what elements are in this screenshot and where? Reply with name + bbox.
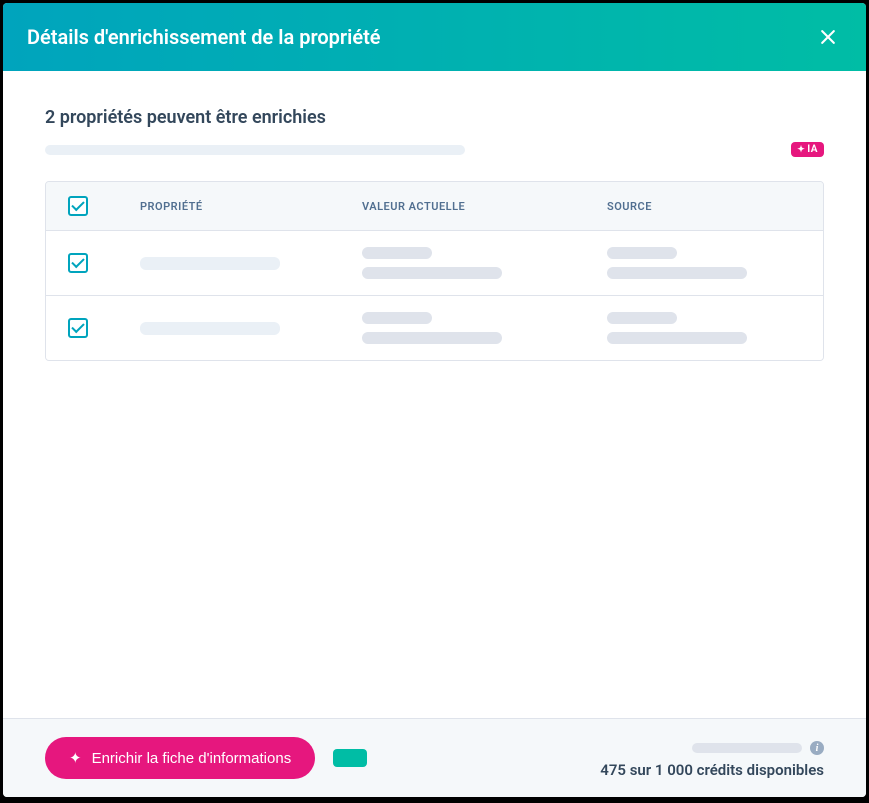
footer-skeleton	[692, 743, 802, 753]
close-button[interactable]	[814, 23, 842, 51]
sparkle-icon: ✦	[69, 749, 82, 767]
row-value-cell	[362, 247, 607, 279]
footer-right: i 475 sur 1 000 crédits disponibles	[600, 741, 824, 779]
value-skeleton-sm	[362, 247, 432, 259]
value-skeleton-sm	[362, 312, 432, 324]
enrichment-subtitle: 2 propriétés peuvent être enrichies	[45, 107, 824, 128]
row-checkbox-cell	[68, 318, 140, 338]
value-skeleton-md	[362, 267, 502, 279]
description-skeleton	[45, 145, 465, 155]
description-row: IA	[45, 142, 824, 157]
footer-pill	[333, 749, 367, 767]
table-row	[46, 231, 823, 296]
value-skeleton-md	[362, 332, 502, 344]
property-skeleton	[140, 257, 280, 270]
table-row	[46, 296, 823, 360]
modal-title: Détails d'enrichissement de la propriété	[27, 25, 381, 49]
row-source-cell	[607, 312, 801, 344]
select-all-checkbox[interactable]	[68, 196, 88, 216]
row-property-cell	[140, 322, 362, 335]
source-skeleton-md	[607, 332, 747, 344]
row-checkbox-cell	[68, 253, 140, 273]
modal-footer: ✦ Enrichir la fiche d'informations i 475…	[3, 718, 866, 797]
table-header-row: PROPRIÉTÉ VALEUR ACTUELLE SOURCE	[46, 182, 823, 231]
ia-badge: IA	[791, 142, 824, 157]
row-checkbox[interactable]	[68, 318, 88, 338]
col-checkbox-header	[68, 196, 140, 216]
enrichment-modal: Détails d'enrichissement de la propriété…	[3, 3, 866, 797]
footer-info-row: i	[600, 741, 824, 755]
row-checkbox[interactable]	[68, 253, 88, 273]
enrich-button[interactable]: ✦ Enrichir la fiche d'informations	[45, 737, 315, 779]
close-icon	[818, 27, 838, 47]
info-icon[interactable]: i	[810, 741, 824, 755]
row-source-cell	[607, 247, 801, 279]
footer-left: ✦ Enrichir la fiche d'informations	[45, 737, 367, 779]
modal-header: Détails d'enrichissement de la propriété	[3, 3, 866, 71]
row-property-cell	[140, 257, 362, 270]
modal-body: 2 propriétés peuvent être enrichies IA P…	[3, 71, 866, 718]
enrich-button-label: Enrichir la fiche d'informations	[92, 750, 292, 767]
properties-table: PROPRIÉTÉ VALEUR ACTUELLE SOURCE	[45, 181, 824, 361]
row-value-cell	[362, 312, 607, 344]
credits-text: 475 sur 1 000 crédits disponibles	[600, 761, 824, 779]
source-skeleton-md	[607, 267, 747, 279]
source-skeleton-sm	[607, 312, 677, 324]
col-source-header: SOURCE	[607, 200, 801, 213]
property-skeleton	[140, 322, 280, 335]
col-property-header: PROPRIÉTÉ	[140, 200, 362, 213]
source-skeleton-sm	[607, 247, 677, 259]
col-value-header: VALEUR ACTUELLE	[362, 200, 607, 213]
